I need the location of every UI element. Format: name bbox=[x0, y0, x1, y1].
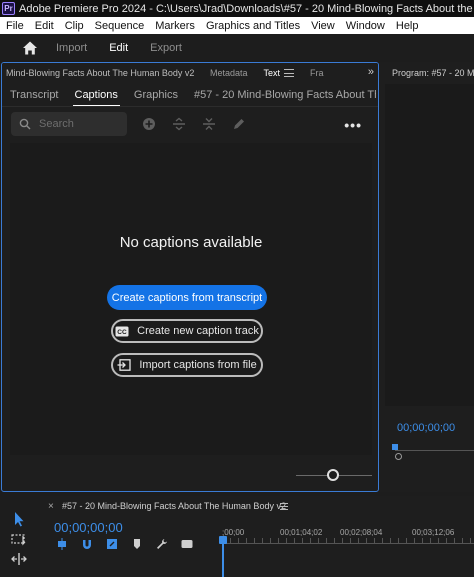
create-new-caption-track-label: Create new caption track bbox=[137, 325, 259, 337]
timeline-toolbar bbox=[56, 538, 206, 550]
add-caption-icon[interactable] bbox=[141, 116, 157, 132]
subtab-transcript[interactable]: Transcript bbox=[2, 83, 67, 106]
workspace-tab-import[interactable]: Import bbox=[56, 42, 87, 54]
timeline-timecode[interactable]: 00;00;00;00 bbox=[54, 520, 123, 535]
subtab-graphics[interactable]: Graphics bbox=[126, 83, 186, 106]
program-zoom-handle-icon[interactable] bbox=[395, 453, 402, 460]
timeline-settings-wrench-icon[interactable] bbox=[156, 538, 168, 550]
svg-text:CC: CC bbox=[117, 329, 127, 336]
merge-caption-icon[interactable] bbox=[201, 116, 217, 132]
insert-nest-icon[interactable] bbox=[56, 538, 68, 550]
close-sequence-icon[interactable]: × bbox=[48, 501, 54, 512]
search-box[interactable] bbox=[11, 112, 127, 136]
window-title: Adobe Premiere Pro 2024 - C:\Users\Jrad\… bbox=[19, 2, 474, 15]
text-subtab-bar: Transcript Captions Graphics #57 - 20 Mi… bbox=[2, 83, 378, 107]
menu-clip[interactable]: Clip bbox=[65, 20, 84, 32]
text-panel: Mind-Blowing Facts About The Human Body … bbox=[1, 62, 379, 492]
track-select-tool-icon[interactable] bbox=[10, 532, 28, 546]
menu-window[interactable]: Window bbox=[346, 20, 385, 32]
workspace-bar: Import Edit Export bbox=[0, 34, 474, 62]
program-timecode[interactable]: 00;00;00;00 bbox=[397, 422, 455, 434]
linked-selection-icon[interactable] bbox=[106, 538, 118, 550]
import-icon bbox=[117, 359, 131, 371]
title-bar: Pr Adobe Premiere Pro 2024 - C:\Users\Jr… bbox=[0, 0, 474, 17]
ruler-label-3m: 00;03;12;06 bbox=[412, 528, 455, 537]
create-captions-from-transcript-button[interactable]: Create captions from transcript bbox=[107, 285, 267, 310]
overflow-chevron-icon[interactable]: » bbox=[368, 66, 374, 78]
create-new-caption-track-button[interactable]: CC Create new caption track bbox=[111, 319, 263, 343]
workspace-tab-export[interactable]: Export bbox=[150, 42, 182, 54]
import-captions-from-file-button[interactable]: Import captions from file bbox=[111, 353, 263, 377]
timeline-menu-icon[interactable] bbox=[280, 503, 288, 510]
ripple-edit-tool-icon[interactable] bbox=[10, 552, 28, 566]
subtab-sequence[interactable]: #57 - 20 Mind-Blowing Facts About The Hu… bbox=[186, 83, 376, 106]
selection-tool-icon[interactable] bbox=[10, 510, 28, 528]
timeline-sequence-tab[interactable]: #57 - 20 Mind-Blowing Facts About The Hu… bbox=[62, 501, 286, 511]
program-monitor: Program: #57 - 20 Mi 00;00;00;00 bbox=[380, 62, 474, 492]
edit-pencil-icon[interactable] bbox=[231, 116, 247, 132]
panel-tab-text[interactable]: Text bbox=[256, 63, 303, 83]
panel-tab-text-label: Text bbox=[263, 68, 281, 78]
timeline-panel: × #57 - 20 Mind-Blowing Facts About The … bbox=[40, 496, 474, 577]
split-caption-icon[interactable] bbox=[171, 116, 187, 132]
captions-toolbar: ••• bbox=[2, 111, 378, 137]
program-viewer[interactable] bbox=[385, 84, 474, 406]
workspace-tab-edit[interactable]: Edit bbox=[109, 42, 128, 54]
panel-tab-metadata[interactable]: Metadata bbox=[202, 63, 256, 83]
ruler-label-2m: 00;02;08;04 bbox=[340, 528, 383, 537]
ruler-ticks bbox=[222, 538, 474, 544]
zoom-slider-handle[interactable] bbox=[327, 469, 339, 481]
menu-edit[interactable]: Edit bbox=[35, 20, 54, 32]
ruler-label-1m: 00;01;04;02 bbox=[280, 528, 323, 537]
caption-track-options-icon[interactable] bbox=[181, 538, 193, 550]
home-icon[interactable] bbox=[22, 40, 38, 56]
program-playhead[interactable] bbox=[392, 444, 398, 450]
snap-magnet-icon[interactable] bbox=[81, 538, 93, 550]
no-captions-message: No captions available bbox=[119, 234, 263, 251]
closed-caption-icon: CC bbox=[115, 326, 129, 337]
program-monitor-tab[interactable]: Program: #57 - 20 Mi bbox=[392, 68, 474, 78]
menu-help[interactable]: Help bbox=[396, 20, 419, 32]
menu-markers[interactable]: Markers bbox=[155, 20, 195, 32]
menu-graphics-and-titles[interactable]: Graphics and Titles bbox=[206, 20, 300, 32]
import-captions-from-file-label: Import captions from file bbox=[139, 359, 257, 371]
search-icon bbox=[19, 118, 31, 130]
timeline-playhead-line[interactable] bbox=[222, 538, 224, 577]
program-scrub-bar[interactable] bbox=[395, 450, 474, 451]
panel-tab-frame[interactable]: Fra bbox=[302, 63, 332, 83]
panel-menu-icon[interactable] bbox=[284, 69, 295, 77]
subtab-captions[interactable]: Captions bbox=[67, 83, 126, 106]
panel-tab-bar: Mind-Blowing Facts About The Human Body … bbox=[2, 63, 378, 83]
tools-panel bbox=[0, 496, 38, 577]
captions-empty-state: No captions available Create captions fr… bbox=[10, 143, 372, 455]
search-input[interactable] bbox=[39, 118, 119, 130]
premiere-app-icon: Pr bbox=[2, 2, 15, 15]
panel-tab-sequence[interactable]: Mind-Blowing Facts About The Human Body … bbox=[2, 63, 202, 83]
menu-file[interactable]: File bbox=[6, 20, 24, 32]
menu-bar: File Edit Clip Sequence Markers Graphics… bbox=[0, 17, 474, 34]
add-marker-icon[interactable] bbox=[131, 538, 143, 550]
menu-view[interactable]: View bbox=[311, 20, 335, 32]
more-options-icon[interactable]: ••• bbox=[344, 117, 362, 133]
menu-sequence[interactable]: Sequence bbox=[95, 20, 145, 32]
